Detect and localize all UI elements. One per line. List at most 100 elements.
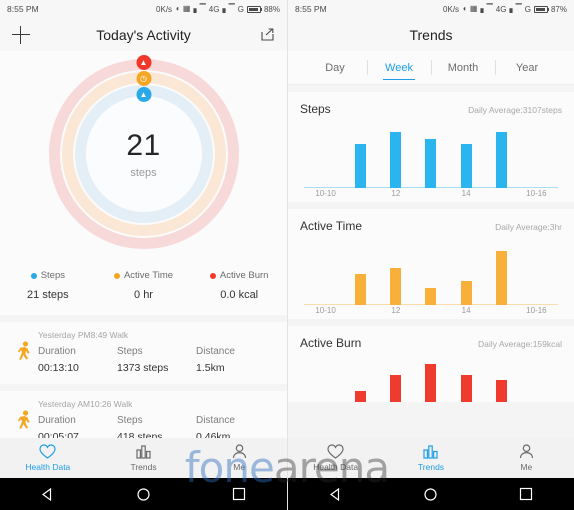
axis-tick-label: 12 <box>391 306 401 315</box>
activity-legend: Steps 21 steps Active Time 0 hr Active B… <box>0 266 287 315</box>
activity-rings: 21 steps ▲ ◷ ▲ <box>48 55 239 249</box>
metric-label: Distance <box>196 415 235 426</box>
chart-average: Daily Average:3hr <box>495 222 562 232</box>
axis-tick-label <box>343 189 378 198</box>
tab-year[interactable]: Year <box>495 51 559 84</box>
nav-label: Trends <box>130 462 157 472</box>
status-sim2: G <box>524 4 531 14</box>
bottom-navigation: Health Data Trends Me <box>288 438 574 478</box>
clock-icon: ◷ <box>136 71 151 86</box>
nav-item-me[interactable]: Me <box>479 444 574 472</box>
bar-slot <box>308 126 343 188</box>
status-network-speed: 0K/s <box>443 4 460 14</box>
ring-badges: ▲ ◷ ▲ <box>136 55 151 102</box>
flame-icon: ▲ <box>136 55 151 70</box>
plus-icon[interactable] <box>12 25 30 44</box>
bar-slot <box>449 126 484 188</box>
legend-value: 21 steps <box>27 289 69 301</box>
walking-icon <box>12 330 38 374</box>
status-bar: 8:55 PM 0K/s ◖ ▦ ▖▔ 4G ▖▔ G 88% <box>0 0 287 18</box>
bar-slot <box>308 360 343 402</box>
vpn-icon: ▦ <box>182 4 191 13</box>
app-header: Trends <box>288 18 574 51</box>
back-triangle-icon[interactable] <box>288 487 383 502</box>
chart-bar <box>355 144 367 188</box>
bar-chart-icon <box>423 444 439 459</box>
bar-slot <box>519 243 554 305</box>
nav-item-trends[interactable]: Trends <box>96 444 192 472</box>
metric-label: Duration <box>38 415 76 426</box>
chart-bar <box>495 132 507 188</box>
tab-month[interactable]: Month <box>431 51 495 84</box>
bar-slot <box>484 360 519 402</box>
page-title: Trends <box>409 26 453 43</box>
axis-tick-label: 14 <box>461 306 471 315</box>
active-burn-bar-chart <box>300 360 562 402</box>
bar-slot <box>378 243 413 305</box>
tab-week[interactable]: Week <box>367 51 431 84</box>
chart-bar <box>425 139 437 188</box>
nav-item-health-data[interactable]: Health Data <box>288 444 383 472</box>
bar-chart-icon <box>136 444 151 459</box>
wifi-icon: ◖ <box>462 4 467 13</box>
chart-title: Active Time <box>300 219 363 233</box>
bar-slot <box>484 126 519 188</box>
chart-bar <box>460 281 472 305</box>
status-time: 8:55 PM <box>7 4 39 14</box>
bar-slot <box>378 360 413 402</box>
legend-label: Active Burn <box>219 270 269 281</box>
person-icon <box>519 444 534 459</box>
legend-label: Active Time <box>123 270 174 281</box>
axis-tick-label: 12 <box>391 189 401 198</box>
list-item[interactable]: Yesterday PM8:49 Walk Duration 00:13:10 … <box>0 322 287 384</box>
metric-value: 00:13:10 <box>38 362 79 374</box>
signal-icon-2: ▖▔ <box>509 4 522 13</box>
share-icon[interactable] <box>260 27 275 42</box>
status-sim1: 4G <box>208 4 220 14</box>
left-phone-screen: 8:55 PM 0K/s ◖ ▦ ▖▔ 4G ▖▔ G 88% Today's … <box>0 0 287 510</box>
recents-square-icon[interactable] <box>191 487 287 501</box>
chart-bar <box>460 375 472 402</box>
axis-tick-label: 10-10 <box>315 306 336 315</box>
steps-count-unit: steps <box>130 167 157 179</box>
bar-slot <box>378 126 413 188</box>
status-battery: 88% <box>263 4 280 14</box>
chart-bar <box>495 380 507 402</box>
axis-tick-label: 10-16 <box>526 189 547 198</box>
bar-slot <box>484 243 519 305</box>
nav-label: Me <box>233 462 246 472</box>
android-navigation-bar <box>0 478 287 510</box>
activity-rings-section: 21 steps ▲ ◷ ▲ <box>0 51 287 266</box>
bar-slot <box>519 360 554 402</box>
home-circle-icon[interactable] <box>96 487 192 502</box>
tab-day[interactable]: Day <box>303 51 367 84</box>
activity-metric-steps: Steps 1373 steps <box>117 346 196 374</box>
bar-slot <box>308 243 343 305</box>
recents-square-icon[interactable] <box>479 487 574 501</box>
bar-slot <box>413 243 448 305</box>
active-time-bar-chart: 10-10 12 14 10-16 <box>300 243 562 315</box>
back-triangle-icon[interactable] <box>0 487 96 502</box>
activity-timestamp: Yesterday AM10:26 Walk <box>38 399 133 409</box>
heart-icon <box>327 444 344 459</box>
nav-item-me[interactable]: Me <box>191 444 287 472</box>
axis-tick-label <box>343 306 378 315</box>
page-title: Today's Activity <box>96 26 191 43</box>
nav-item-trends[interactable]: Trends <box>383 444 478 472</box>
bar-slot <box>343 126 378 188</box>
chart-card-active-burn: Active Burn Daily Average:159kcal <box>288 326 574 402</box>
chart-bar <box>460 144 472 188</box>
bar-slot <box>413 126 448 188</box>
home-circle-icon[interactable] <box>383 487 478 502</box>
bottom-navigation: Health Data Trends Me <box>0 438 287 478</box>
chart-bar <box>355 391 367 402</box>
chart-card-steps: Steps Daily Average:3107steps 10-10 12 14 1… <box>288 92 574 202</box>
status-bar: 8:55 PM 0K/s ◖ ▦ ▖▔ 4G ▖▔ G 87% <box>288 0 574 18</box>
active-time-dot-icon <box>113 272 120 279</box>
activity-metric-duration: Duration 00:13:10 <box>38 346 117 374</box>
steps-dot-icon <box>30 272 37 279</box>
nav-item-health-data[interactable]: Health Data <box>0 444 96 472</box>
nav-label: Health Data <box>25 462 71 472</box>
status-sim1: 4G <box>495 4 507 14</box>
steps-bar-chart: 10-10 12 14 10-16 <box>300 126 562 198</box>
